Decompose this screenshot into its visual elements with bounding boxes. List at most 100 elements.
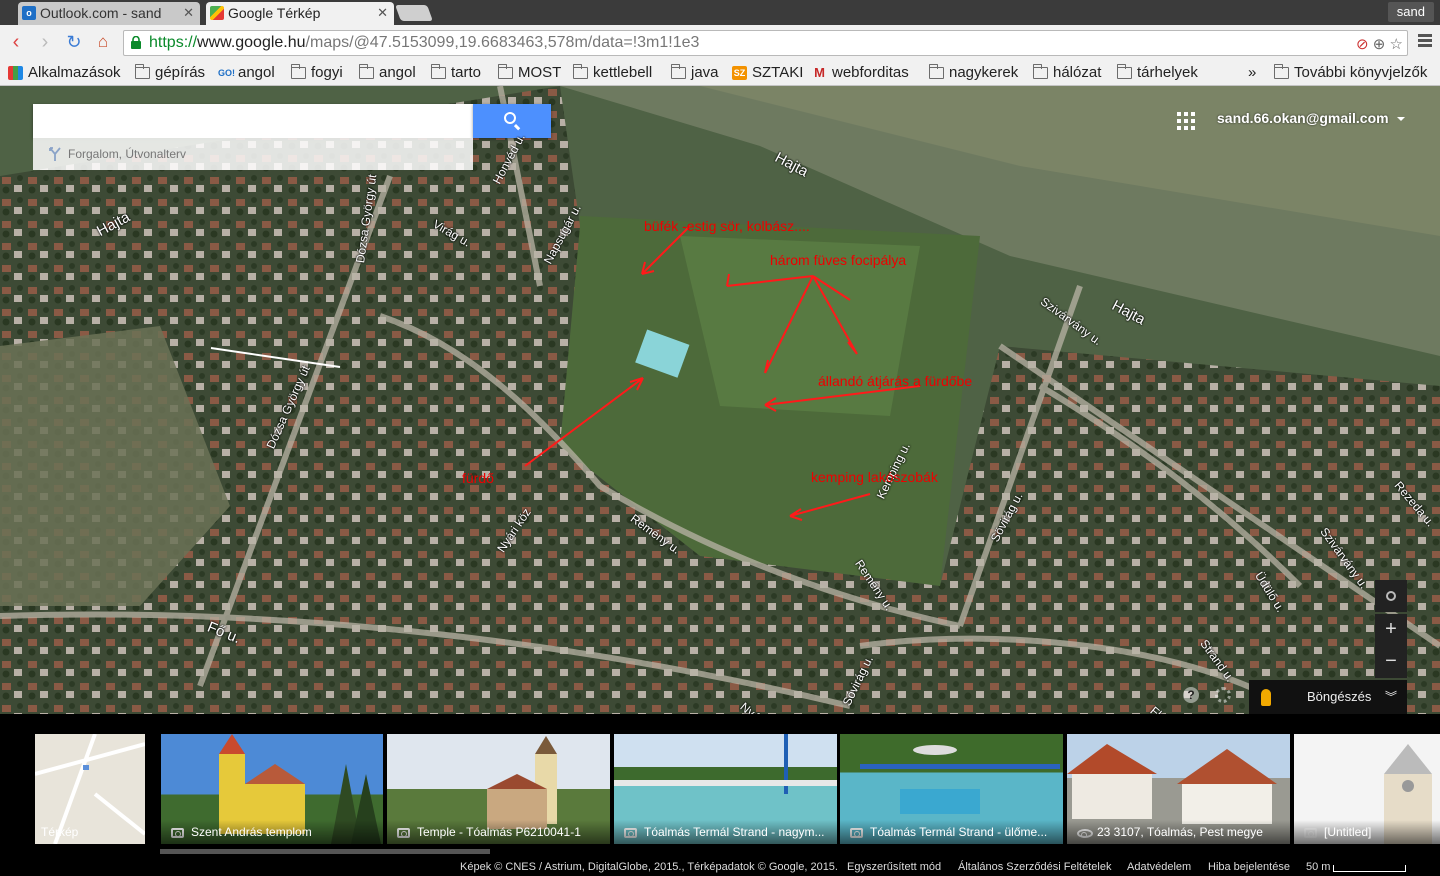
- folder-icon: [928, 64, 944, 79]
- privacy-link[interactable]: Adatvédelem: [1127, 861, 1191, 873]
- bookmarks-overflow-button[interactable]: »: [1248, 63, 1256, 83]
- account-menu[interactable]: sand.66.okan@gmail.com: [1217, 110, 1405, 126]
- strip-scrollbar[interactable]: [160, 849, 490, 854]
- outlook-icon: o: [22, 6, 36, 20]
- chevron-double-down-icon: ︾: [1384, 690, 1397, 704]
- reload-icon[interactable]: ↻: [63, 31, 85, 55]
- folder-icon: [670, 64, 686, 79]
- new-tab-button[interactable]: [395, 5, 433, 21]
- bookmarks-bar: Alkalmazások gépírás GO! angol fogyi ango…: [0, 61, 1440, 86]
- url-host: www.google.hu: [197, 34, 306, 51]
- bookmark-folder[interactable]: tarto: [430, 63, 482, 83]
- bookmark-label: tárhelyek: [1137, 64, 1198, 81]
- bookmark-folder[interactable]: java: [670, 63, 719, 83]
- omnibox-actions: ⊘ ⊕ ☆: [1356, 33, 1403, 57]
- gear-icon[interactable]: [1215, 687, 1231, 703]
- tab-title: Google Térkép: [228, 5, 321, 21]
- bookmark-link[interactable]: GO! angol: [218, 63, 275, 83]
- tab-outlook[interactable]: o Outlook.com - sand ✕: [18, 2, 200, 25]
- bookmark-folder[interactable]: nagykerek: [928, 63, 1019, 83]
- sztaki-icon: SZ: [732, 66, 747, 80]
- bookmark-folder[interactable]: tárhelyek: [1116, 63, 1198, 83]
- apps-grid-icon[interactable]: [1177, 112, 1195, 130]
- address-bar[interactable]: https://www.google.hu/maps/@47.5153099,1…: [123, 30, 1408, 56]
- close-icon[interactable]: ✕: [183, 2, 194, 24]
- bookmark-label: nagykerek: [949, 64, 1019, 81]
- annotation-camping: kemping lakószobák: [811, 469, 938, 485]
- zoom-in-button[interactable]: +: [1375, 614, 1407, 646]
- photo-thumbnail[interactable]: [Untitled]: [1294, 734, 1440, 844]
- bookmark-label: java: [691, 64, 719, 81]
- back-icon[interactable]: ‹: [5, 31, 27, 55]
- url-path: /maps/@47.5153099,19.6683463,578m/data=!…: [305, 34, 700, 51]
- photo-caption: Tóalmás Termál Strand - nagym...: [614, 820, 837, 844]
- bookmark-folder[interactable]: gépírás: [134, 63, 206, 83]
- photo-caption: 23 3107, Tóalmás, Pest megye: [1067, 820, 1290, 844]
- bookmark-label: MOST: [518, 64, 562, 81]
- folder-icon: [1032, 64, 1048, 79]
- folder-icon: [1116, 64, 1132, 79]
- directions-bar[interactable]: Forgalom, Útvonalterv: [33, 138, 473, 170]
- bookmark-label: SZTAKI: [752, 64, 804, 81]
- bookmark-folder[interactable]: MOST: [497, 63, 562, 83]
- scale-label: 50 m: [1306, 861, 1331, 873]
- maps-icon: [210, 6, 224, 20]
- folder-icon: [1273, 64, 1289, 79]
- caret-down-icon: [1396, 117, 1405, 122]
- bookmark-label: gépírás: [155, 64, 206, 81]
- directions-icon: [49, 147, 61, 161]
- annotation-bath: fürdő: [462, 470, 494, 486]
- bookmark-apps[interactable]: Alkalmazások: [8, 63, 121, 83]
- search-button[interactable]: [473, 104, 551, 138]
- photo-thumbnail[interactable]: 23 3107, Tóalmás, Pest megye: [1067, 734, 1290, 844]
- search-input[interactable]: [33, 104, 473, 138]
- zoom-out-button[interactable]: −: [1375, 646, 1407, 678]
- folder-icon: [134, 64, 150, 79]
- apps-icon: [8, 66, 23, 80]
- folder-icon: [358, 64, 374, 79]
- report-link[interactable]: Hiba bejelentése: [1208, 861, 1290, 873]
- my-location-button[interactable]: [1375, 580, 1407, 612]
- photo-thumbnail[interactable]: Tóalmás Termál Strand - ülőme...: [840, 734, 1063, 844]
- other-bookmarks[interactable]: További könyvjelzők: [1273, 63, 1428, 83]
- bookmark-folder[interactable]: kettlebell: [572, 63, 652, 83]
- bookmark-label: webforditas: [832, 64, 909, 81]
- map-thumbnail[interactable]: Térkép: [35, 734, 145, 844]
- bookmark-link[interactable]: Mwebforditas: [812, 63, 909, 83]
- annotation-football-pitch: három füves focipálya: [770, 252, 907, 268]
- bookmark-label: angol: [379, 64, 416, 81]
- star-icon[interactable]: ☆: [1390, 36, 1403, 53]
- photo-strip: Térkép Szent András templom Temple - Tóa…: [0, 714, 1440, 876]
- scale-bar: [1333, 865, 1406, 872]
- bookmark-label: tarto: [451, 64, 482, 81]
- photo-thumbnail[interactable]: Temple - Tóalmás P6210041-1: [387, 734, 610, 844]
- bookmark-label: További könyvjelzők: [1294, 64, 1428, 81]
- menu-icon[interactable]: [1418, 34, 1432, 50]
- zoom-icon[interactable]: ⊕: [1373, 36, 1386, 53]
- bookmark-link[interactable]: SZ SZTAKI: [732, 63, 803, 83]
- pegman-icon[interactable]: [1261, 689, 1271, 706]
- satellite-map[interactable]: Forgalom, Útvonalterv sand.66.okan@gmail…: [0, 86, 1440, 714]
- tab-bar: o Outlook.com - sand ✕ Google Térkép ✕ s…: [0, 0, 1440, 25]
- bookmark-folder[interactable]: hálózat: [1032, 63, 1101, 83]
- browse-label: Böngészés: [1307, 689, 1372, 704]
- photo-thumbnail[interactable]: Szent András templom: [161, 734, 383, 844]
- close-icon[interactable]: ✕: [377, 2, 388, 24]
- photo-caption: Temple - Tóalmás P6210041-1: [387, 820, 610, 844]
- bookmark-folder[interactable]: angol: [358, 63, 416, 83]
- thumbnail-caption: Térkép: [41, 825, 79, 839]
- tab-google-maps[interactable]: Google Térkép ✕: [206, 2, 394, 25]
- bookmark-folder[interactable]: fogyi: [290, 63, 343, 83]
- profile-badge[interactable]: sand: [1387, 2, 1434, 22]
- home-icon[interactable]: ⌂: [92, 31, 114, 55]
- blocked-icon[interactable]: ⊘: [1356, 36, 1369, 53]
- forward-icon[interactable]: ›: [34, 31, 56, 55]
- simple-mode-link[interactable]: Egyszerűsített mód: [847, 861, 941, 873]
- help-icon[interactable]: ?: [1183, 687, 1199, 703]
- photo-thumbnail[interactable]: Tóalmás Termál Strand - nagym...: [614, 734, 837, 844]
- folder-icon: [572, 64, 588, 79]
- photo-caption: Tóalmás Termál Strand - ülőme...: [840, 820, 1063, 844]
- account-email: sand.66.okan@gmail.com: [1217, 110, 1389, 126]
- browse-panel-button[interactable]: Böngészés ︾: [1249, 680, 1407, 714]
- terms-link[interactable]: Általános Szerződési Feltételek: [958, 861, 1111, 873]
